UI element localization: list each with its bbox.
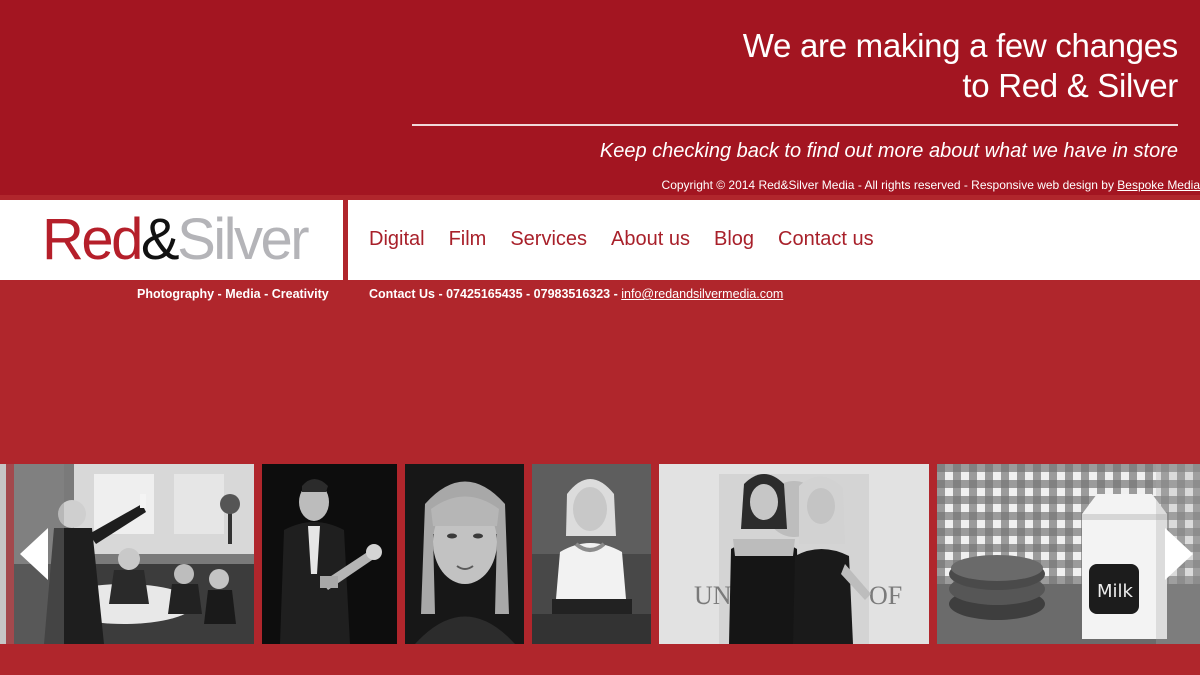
site-header: Red&Silver Digital Film Services About u… bbox=[0, 200, 1200, 280]
nav-about-us[interactable]: About us bbox=[611, 228, 690, 251]
main-nav: Digital Film Services About us Blog Cont… bbox=[369, 228, 874, 251]
svg-text:OF: OF bbox=[869, 581, 902, 610]
svg-text:Milk: Milk bbox=[1097, 581, 1134, 602]
logo-silver-text: Silver bbox=[177, 207, 310, 272]
contact-phones: Contact Us - 07425165435 - 07983516323 - bbox=[369, 287, 622, 301]
top-banner: We are making a few changes to Red & Sil… bbox=[0, 0, 1200, 195]
nav-contact-us[interactable]: Contact us bbox=[778, 228, 874, 251]
chevron-right-icon bbox=[1165, 528, 1193, 580]
trumpet-player-photo[interactable] bbox=[262, 464, 397, 644]
announcement-headline: We are making a few changes to Red & Sil… bbox=[742, 26, 1179, 106]
woman-portrait-image bbox=[405, 464, 524, 644]
copyright-text: Copyright © 2014 Red&Silver Media - All … bbox=[661, 178, 1118, 192]
seated-woman-image bbox=[532, 464, 651, 644]
photo-gallery: UNI OF Milk bbox=[0, 464, 1200, 644]
contact-info: Contact Us - 07425165435 - 07983516323 -… bbox=[369, 287, 783, 301]
banner-divider bbox=[412, 124, 1178, 126]
logo-divider bbox=[343, 200, 348, 280]
red-silver-logo[interactable]: Red&Silver bbox=[0, 200, 343, 280]
logo-ampersand: & bbox=[140, 207, 180, 272]
seated-woman-photo[interactable] bbox=[532, 464, 651, 644]
logo-wordmark: Red&Silver bbox=[42, 207, 310, 272]
trumpet-player-image bbox=[262, 464, 397, 644]
chevron-left-icon bbox=[20, 528, 48, 580]
email-link[interactable]: info@redandsilvermedia.com bbox=[621, 287, 783, 301]
services-tagline: Photography - Media - Creativity bbox=[137, 287, 329, 301]
logo-red-text: Red bbox=[42, 207, 143, 272]
copyright-notice: Copyright © 2014 Red&Silver Media - All … bbox=[662, 178, 1200, 192]
nav-services[interactable]: Services bbox=[510, 228, 587, 251]
nav-blog[interactable]: Blog bbox=[714, 228, 754, 251]
gallery-prev-arrow[interactable] bbox=[6, 464, 64, 644]
nav-digital[interactable]: Digital bbox=[369, 228, 425, 251]
gallery-next-arrow[interactable] bbox=[1156, 464, 1200, 644]
two-women-photo[interactable]: UNI OF bbox=[659, 464, 929, 644]
bespoke-media-link[interactable]: Bespoke Media bbox=[1117, 178, 1200, 192]
headline-line-1: We are making a few changes bbox=[742, 27, 1179, 64]
announcement-tagline: Keep checking back to find out more abou… bbox=[599, 140, 1178, 162]
two-women-image: UNI OF bbox=[659, 464, 929, 644]
woman-portrait-photo[interactable] bbox=[405, 464, 524, 644]
headline-line-2: to Red & Silver bbox=[962, 67, 1178, 104]
nav-film[interactable]: Film bbox=[449, 228, 487, 251]
